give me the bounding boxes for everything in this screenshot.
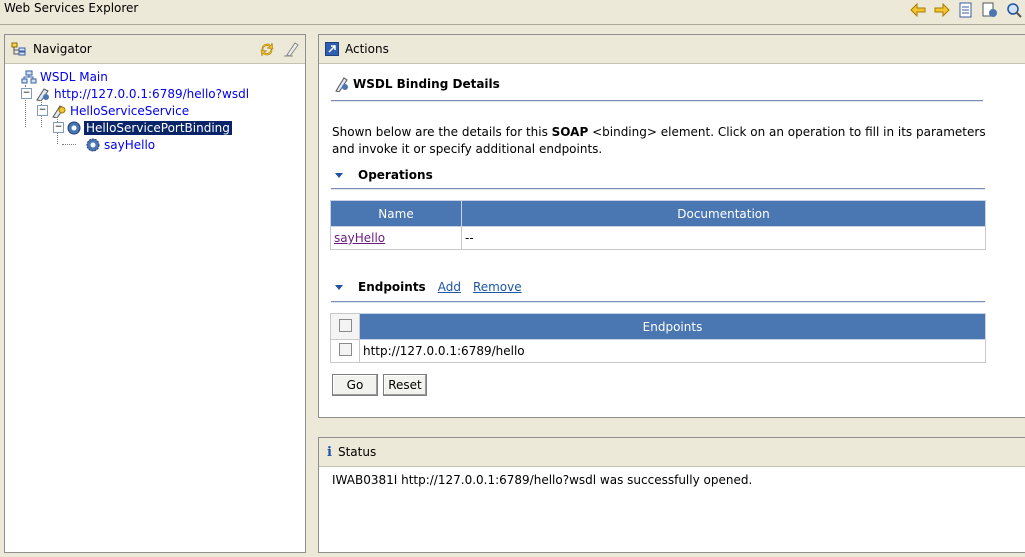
refresh-icon[interactable] [259,41,275,57]
window-title: Web Services Explorer [4,1,139,15]
operations-table: Name Documentation sayHello -- [330,200,986,250]
actions-panel: Actions WSDL Binding Details Shown below… [318,34,1025,418]
binding-heading: WSDL Binding Details [333,76,500,92]
select-all-cell [330,313,360,340]
go-button[interactable]: Go [332,374,378,396]
forward-arrow-icon[interactable] [933,1,951,19]
wsdl-main-icon [21,70,37,84]
actions-header: Actions [319,35,1025,64]
description-text: Shown below are the details for this SOA… [332,124,1002,158]
table-row: http://127.0.0.1:6789/hello [330,339,986,363]
description-bold: SOAP [551,125,589,139]
title-toolbar [909,0,1025,20]
wsdl-binding-icon [333,76,349,92]
status-header: i Status [319,438,1025,467]
tree-item-wsdl-main[interactable]: WSDL Main [21,68,108,85]
wsdl-file-icon [35,87,51,101]
collapse-triangle-icon[interactable] [335,172,343,178]
status-message: IWAB0381I http://127.0.0.1:6789/hello?ws… [332,473,753,487]
table-row: sayHello -- [330,226,986,250]
operation-link[interactable]: sayHello [334,231,385,245]
tree-label: HelloServiceService [70,103,190,118]
service-icon [51,104,67,118]
column-header-name: Name [330,200,462,227]
info-icon: i [327,444,332,460]
endpoints-title: Endpoints [358,280,426,294]
status-panel: i Status IWAB0381I http://127.0.0.1:6789… [318,437,1025,553]
endpoints-section-header: Endpoints Add Remove [335,280,522,294]
search-icon[interactable] [1005,1,1023,19]
column-header-documentation: Documentation [461,200,986,227]
clear-icon[interactable] [283,41,299,57]
add-endpoint-link[interactable]: Add [438,280,461,294]
column-header-endpoints: Endpoints [359,313,986,340]
collapse-triangle-icon[interactable] [335,284,343,290]
collapse-toggle[interactable]: − [37,105,48,116]
endpoints-table: Endpoints http://127.0.0.1:6789/hello [330,313,986,363]
tree-label: HelloServicePortBinding [84,120,232,135]
remove-endpoint-link[interactable]: Remove [473,280,522,294]
wsdl-page-icon[interactable] [981,1,999,19]
binding-gear-icon [67,121,81,135]
action-buttons: Go Reset [332,374,427,396]
collapse-toggle[interactable]: − [53,122,64,133]
documentation-cell: -- [461,226,986,250]
endpoint-checkbox[interactable] [338,343,352,356]
operation-gear-icon [85,137,101,153]
navigator-panel: Navigator WSDL Main − http://127.0.0.1:6… [4,34,306,553]
page-title: WSDL Binding Details [353,77,500,91]
heading-divider [331,100,983,102]
status-title: Status [337,445,377,459]
operations-title: Operations [358,168,433,182]
tree-item-binding[interactable]: − HelloServicePortBinding [53,119,232,136]
operations-section-header[interactable]: Operations [335,168,433,182]
tree-item-wsdl-url[interactable]: − http://127.0.0.1:6789/hello?wsdl [21,85,249,102]
description-part: Shown below are the details for this [332,125,552,139]
back-arrow-icon[interactable] [909,1,927,19]
operations-divider [331,188,985,190]
reset-button[interactable]: Reset [383,374,427,396]
tree-item-service[interactable]: − HelloServiceService [37,102,189,119]
tree-label: sayHello [104,137,156,152]
tree-item-operation[interactable]: sayHello [85,136,155,153]
select-all-checkbox[interactable] [338,318,352,332]
navigator-header: Navigator [5,35,305,64]
tree-label: WSDL Main [40,69,108,84]
navigator-title: Navigator [33,42,92,56]
actions-icon [325,42,339,56]
actions-title: Actions [345,42,389,56]
tree-label: http://127.0.0.1:6789/hello?wsdl [54,86,250,101]
endpoint-url: http://127.0.0.1:6789/hello [359,339,986,363]
window-titlebar: Web Services Explorer [0,0,1025,25]
endpoints-divider [331,301,985,303]
favorites-icon[interactable] [957,1,975,19]
collapse-toggle[interactable]: − [21,88,32,99]
navigator-icon [11,42,27,56]
